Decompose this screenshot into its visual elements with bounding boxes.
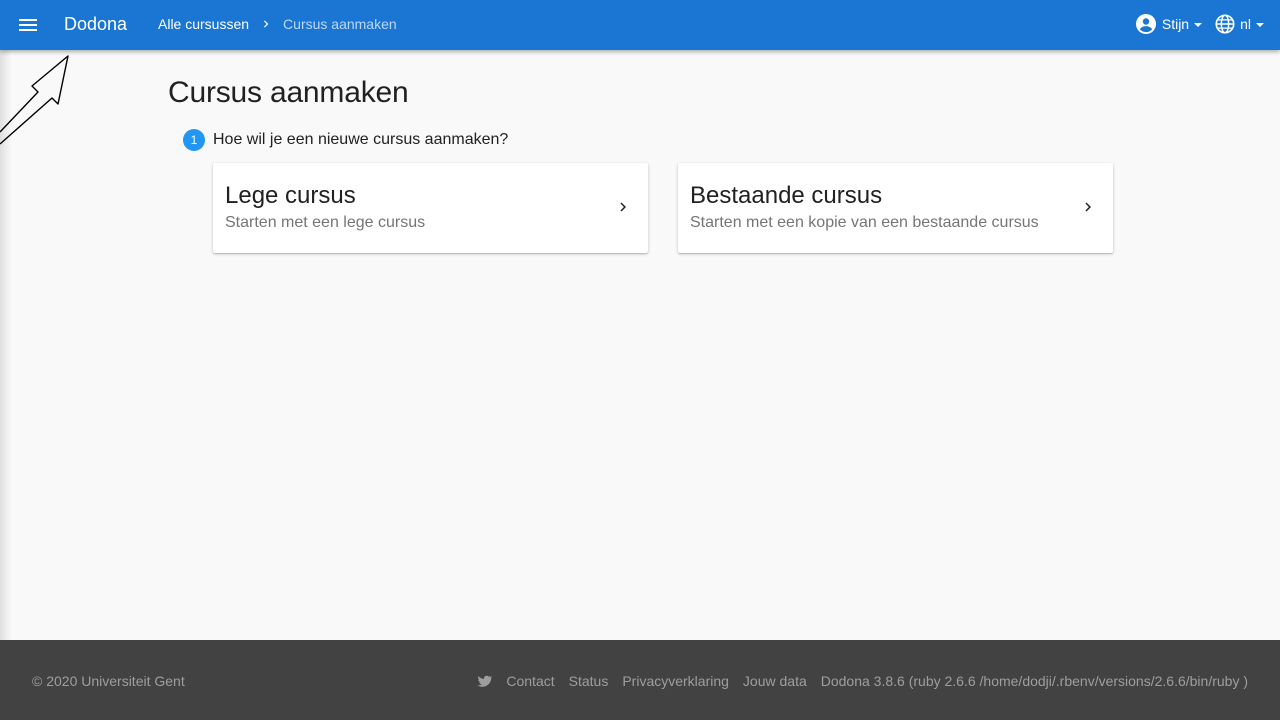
step-header: 1 Hoe wil je een nieuwe cursus aanmaken? bbox=[183, 129, 508, 151]
chevron-right-icon bbox=[620, 202, 626, 212]
caret-down-icon bbox=[1194, 23, 1203, 27]
menu-button[interactable] bbox=[12, 9, 44, 41]
step-number-badge: 1 bbox=[183, 129, 205, 151]
option-title: Bestaande cursus bbox=[690, 182, 883, 209]
user-dropdown[interactable]: Stijn bbox=[1134, 12, 1203, 36]
footer-link-contact[interactable]: Contact bbox=[506, 673, 554, 689]
chevron-right-icon bbox=[1085, 202, 1091, 212]
version-info: Dodona 3.8.6 (ruby 2.6.6 /home/dodji/.rb… bbox=[820, 673, 1248, 689]
footer-link-status[interactable]: Status bbox=[569, 673, 609, 689]
footer-link-your-data[interactable]: Jouw data bbox=[743, 673, 807, 689]
annotation-arrow-icon bbox=[0, 55, 69, 145]
breadcrumb: Alle cursussen Cursus aanmaken bbox=[158, 16, 397, 32]
globe-icon bbox=[1215, 14, 1235, 34]
menu-icon bbox=[19, 19, 37, 31]
user-name: Stijn bbox=[1161, 16, 1190, 32]
copyright-text: © 2020 Universiteit Gent bbox=[32, 673, 185, 689]
caret-down-icon bbox=[1256, 23, 1264, 27]
option-title: Lege cursus bbox=[225, 182, 356, 209]
page-title: Cursus aanmaken bbox=[168, 76, 409, 109]
language-code: nl bbox=[1240, 16, 1251, 32]
twitter-icon bbox=[477, 675, 493, 687]
account-circle-icon bbox=[1135, 14, 1156, 34]
brand-logo-link[interactable]: Dodona bbox=[64, 14, 127, 35]
navbar-right: Stijn nl bbox=[1122, 12, 1264, 36]
breadcrumb-current: Cursus aanmaken bbox=[283, 16, 397, 32]
footer: © 2020 Universiteit Gent Contact Status … bbox=[0, 640, 1280, 720]
step-question: Hoe wil je een nieuwe cursus aanmaken? bbox=[213, 131, 509, 148]
chevron-right-icon bbox=[259, 17, 273, 31]
option-card-existing-course[interactable]: Bestaande cursus Starten met een kopie v… bbox=[678, 163, 1113, 253]
option-card-empty-course[interactable]: Lege cursus Starten met een lege cursus bbox=[213, 163, 648, 253]
option-subtitle: Starten met een kopie van een bestaande … bbox=[690, 214, 1039, 231]
option-subtitle: Starten met een lege cursus bbox=[225, 214, 426, 231]
footer-link-privacy[interactable]: Privacyverklaring bbox=[622, 673, 729, 689]
language-dropdown[interactable]: nl bbox=[1214, 13, 1264, 35]
top-navbar: Dodona Alle cursussen Cursus aanmaken St… bbox=[0, 0, 1280, 50]
twitter-link[interactable] bbox=[476, 673, 493, 689]
footer-links: Contact Status Privacyverklaring Jouw da… bbox=[462, 673, 1248, 689]
breadcrumb-all-courses[interactable]: Alle cursussen bbox=[158, 16, 249, 32]
